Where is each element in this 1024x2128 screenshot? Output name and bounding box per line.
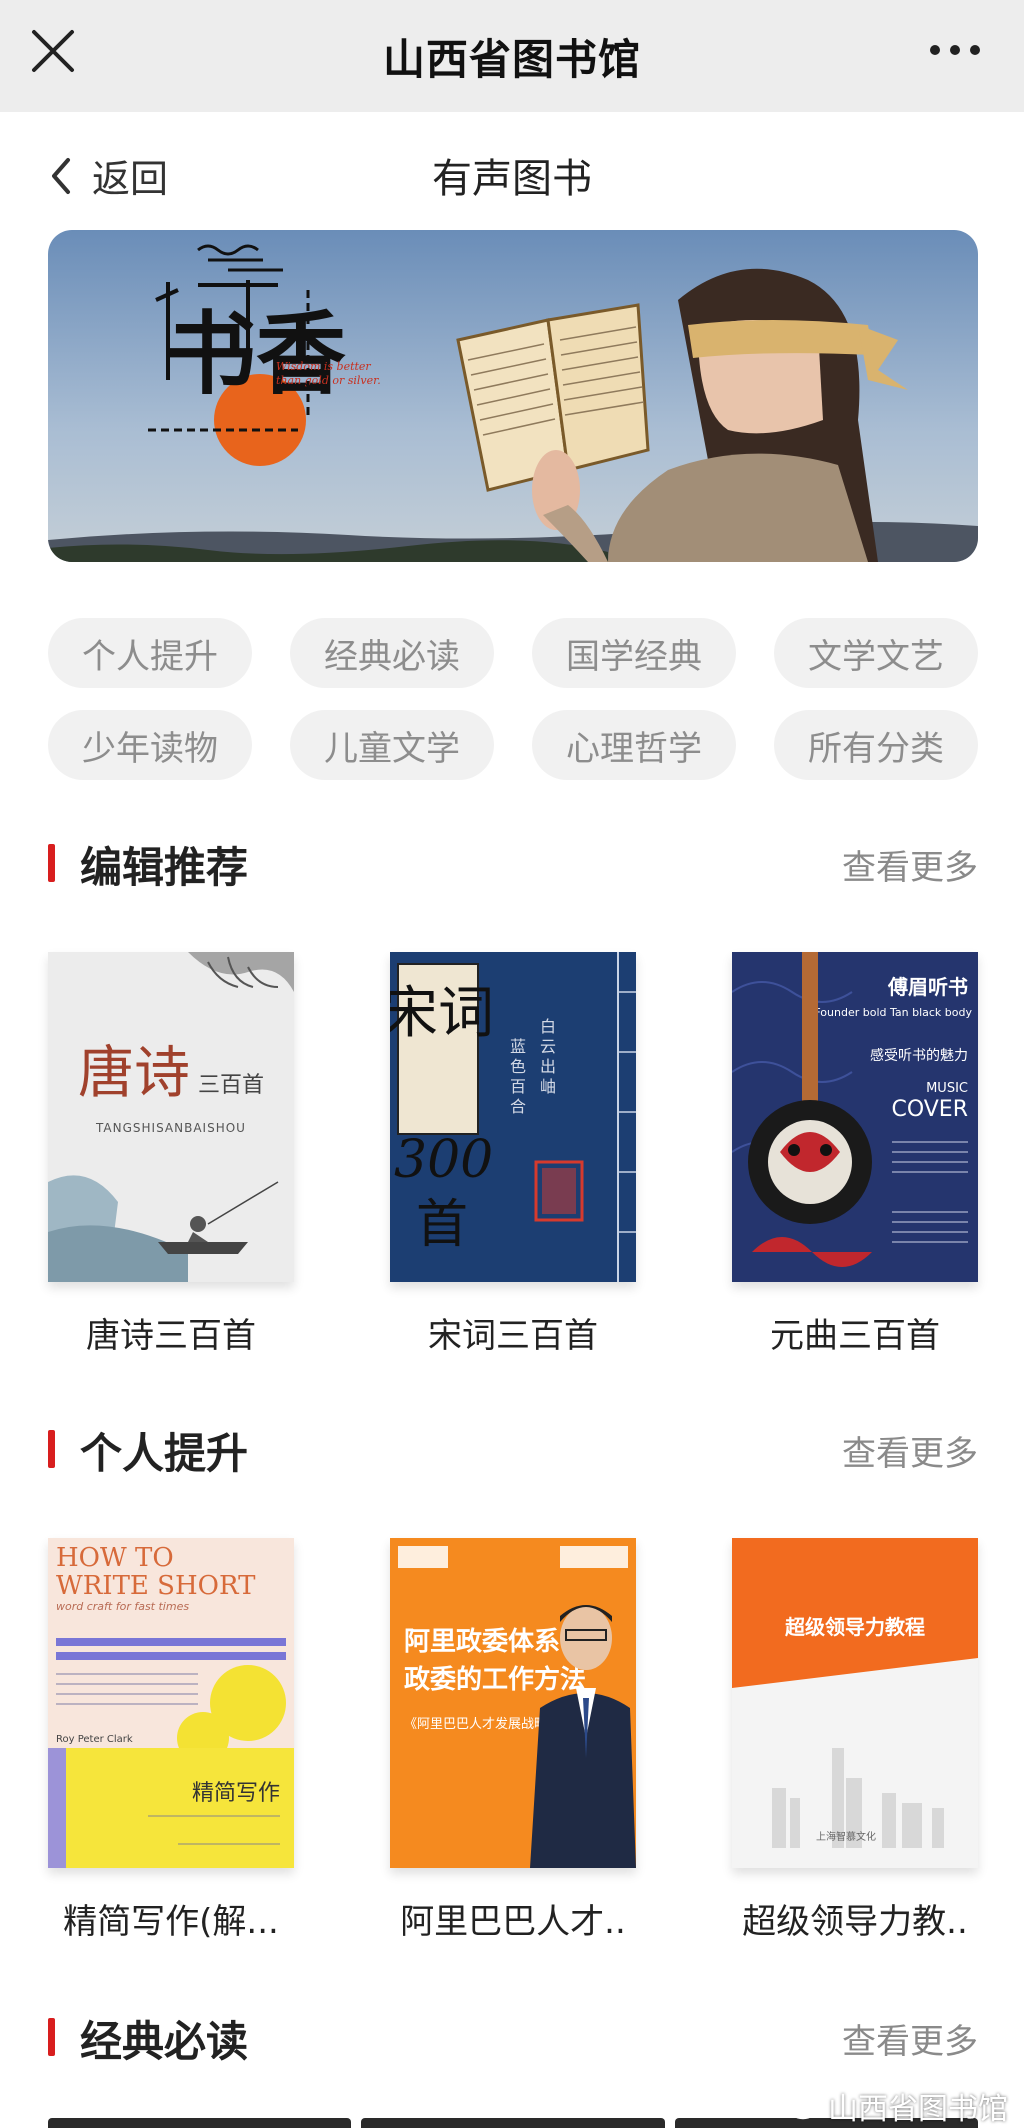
section-header-editor-picks: 编辑推荐 查看更多 — [48, 832, 978, 892]
svg-text:合: 合 — [510, 1097, 526, 1116]
chip-all-categories[interactable]: 所有分类 — [774, 710, 978, 780]
svg-text:COVER: COVER — [891, 1097, 968, 1122]
svg-text:Roy Peter Clark: Roy Peter Clark — [56, 1734, 133, 1745]
svg-text:傅眉听书: 傅眉听书 — [887, 975, 968, 999]
close-icon[interactable] — [30, 28, 76, 74]
svg-text:白: 白 — [540, 1017, 556, 1036]
book-cover[interactable]: 唐诗 三百首 TANGSHISANBAISHOU — [48, 952, 294, 1282]
book-cover[interactable]: 阿里政委体系: 政委的工作方法 《阿里巴巴人才发展战略》 — [390, 1538, 636, 1868]
svg-text:上海智慕文化: 上海智慕文化 — [816, 1830, 876, 1843]
section-header-classics: 经典必读 查看更多 — [48, 2006, 978, 2066]
book-cover[interactable]: 超级领导力教程 上海智慕文化 — [732, 1538, 978, 1868]
page-title: 有声图书 — [432, 156, 592, 202]
view-more-link[interactable]: 查看更多 — [842, 1426, 978, 1475]
chip-category[interactable]: 儿童文学 — [290, 710, 494, 780]
svg-text:300: 300 — [394, 1130, 493, 1190]
book-card[interactable]: 阿里政委体系: 政委的工作方法 《阿里巴巴人才发展战略》 阿里巴巴人才.. — [390, 1538, 636, 1943]
svg-text:HOW TO: HOW TO — [56, 1543, 174, 1573]
section-accent-bar — [48, 1430, 55, 1468]
section-title: 经典必读 — [80, 2017, 249, 2066]
svg-text:三百首: 三百首 — [198, 1073, 264, 1098]
svg-text:Wisdom is better: Wisdom is better — [276, 360, 371, 373]
title-bar: 山西省图书馆 — [0, 0, 1024, 112]
svg-text:MUSIC: MUSIC — [926, 1081, 968, 1096]
svg-text:唐诗: 唐诗 — [78, 1041, 190, 1106]
svg-text:TANGSHISANBAISHOU: TANGSHISANBAISHOU — [95, 1121, 246, 1135]
book-card[interactable]: 超级领导力教程 上海智慕文化 超级领导力教.. — [732, 1538, 978, 1943]
chip-category[interactable]: 少年读物 — [48, 710, 252, 780]
svg-text:超级领导力教程: 超级领导力教程 — [784, 1615, 925, 1639]
book-title[interactable]: 宋词三百首 — [390, 1308, 636, 1357]
app-title: 山西省图书馆 — [382, 34, 641, 84]
chip-category[interactable]: 经典必读 — [290, 618, 494, 688]
svg-text:书香: 书香 — [166, 301, 346, 407]
book-title[interactable]: 元曲三百首 — [732, 1308, 978, 1357]
watermark-text: 山西省图书馆 — [828, 2092, 1008, 2127]
book-cover[interactable]: 傅眉听书 Founder bold Tan black body 感受听书的魅力… — [732, 952, 978, 1282]
section-title: 个人提升 — [80, 1429, 249, 1478]
watermark: 山西省图书馆 — [788, 2084, 1008, 2128]
svg-text:Founder bold Tan black body: Founder bold Tan black body — [814, 1006, 972, 1019]
view-more-link[interactable]: 查看更多 — [842, 840, 978, 889]
svg-text:政委的工作方法: 政委的工作方法 — [404, 1664, 586, 1695]
book-cover[interactable]: HOW TO WRITE SHORT word craft for fast t… — [48, 1538, 294, 1868]
section-accent-bar — [48, 2018, 55, 2056]
section-accent-bar — [48, 844, 55, 882]
svg-text:岫: 岫 — [540, 1077, 556, 1096]
svg-text:阿里政委体系:: 阿里政委体系: — [404, 1626, 570, 1657]
svg-text:宋词: 宋词 — [390, 981, 494, 1046]
chip-category[interactable]: 个人提升 — [48, 618, 252, 688]
book-title[interactable]: 超级领导力教.. — [732, 1894, 978, 1943]
book-title[interactable]: 唐诗三百首 — [48, 1308, 294, 1357]
svg-text:蓝: 蓝 — [510, 1037, 526, 1056]
banner-image[interactable]: 书香 Wisdom is better than gold or silver. — [48, 230, 978, 562]
book-card[interactable]: HOW TO WRITE SHORT word craft for fast t… — [48, 1538, 294, 1943]
book-title[interactable]: 精简写作(解... — [48, 1894, 294, 1943]
svg-text:《阿里巴巴人才发展战略》: 《阿里巴巴人才发展战略》 — [404, 1716, 560, 1732]
book-title[interactable]: 阿里巴巴人才.. — [390, 1894, 636, 1943]
book-card[interactable]: 唐诗 三百首 TANGSHISANBAISHOU 唐诗三百首 — [48, 952, 294, 1357]
svg-text:色: 色 — [510, 1057, 526, 1076]
svg-text:感受听书的魅力: 感受听书的魅力 — [870, 1047, 968, 1064]
svg-text:精简写作: 精简写作 — [192, 1781, 280, 1806]
svg-text:出: 出 — [540, 1057, 556, 1076]
weibo-icon — [788, 2094, 822, 2120]
svg-text:WRITE SHORT: WRITE SHORT — [56, 1571, 256, 1601]
chip-category[interactable]: 文学文艺 — [774, 618, 978, 688]
book-cover[interactable]: 宋词 300 首 白云出岫 蓝色百合 — [390, 952, 636, 1282]
book-card[interactable]: 傅眉听书 Founder bold Tan black body 感受听书的魅力… — [732, 952, 978, 1357]
svg-text:云: 云 — [540, 1037, 556, 1056]
svg-text:word craft for fast times: word craft for fast times — [56, 1600, 189, 1613]
svg-text:than gold or silver.: than gold or silver. — [276, 374, 381, 387]
book-card[interactable]: 宋词 300 首 白云出岫 蓝色百合 宋词三百首 — [390, 952, 636, 1357]
chip-category[interactable]: 心理哲学 — [532, 710, 736, 780]
nav-bar: 返回 有声图书 — [0, 112, 1024, 228]
view-more-link[interactable]: 查看更多 — [842, 2014, 978, 2063]
chip-category[interactable]: 国学经典 — [532, 618, 736, 688]
svg-text:百: 百 — [510, 1077, 526, 1096]
section-header-personal-growth: 个人提升 查看更多 — [48, 1418, 978, 1478]
more-dots-icon[interactable] — [930, 38, 980, 62]
section-title: 编辑推荐 — [80, 843, 249, 892]
svg-text:首: 首 — [416, 1195, 468, 1255]
